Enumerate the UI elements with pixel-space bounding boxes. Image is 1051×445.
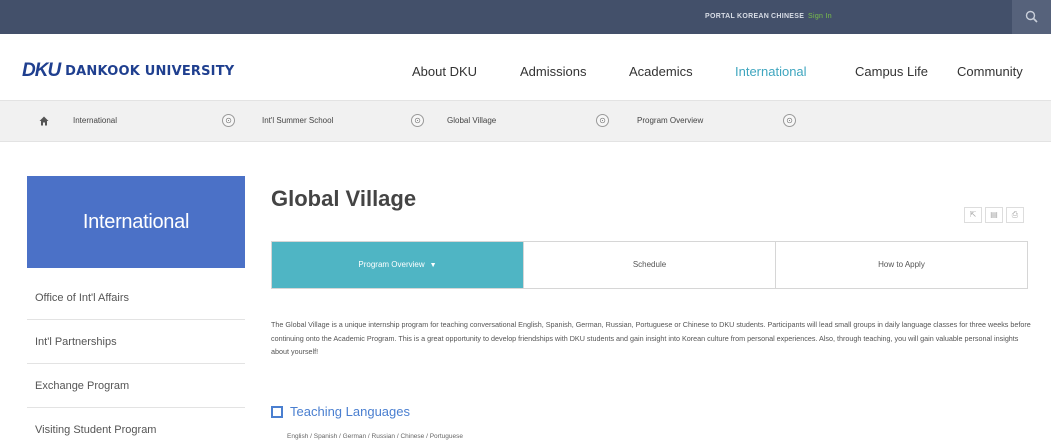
section-title: Teaching Languages bbox=[290, 404, 410, 419]
chevron-down-icon: ▼ bbox=[429, 262, 437, 269]
nav-campus-life[interactable]: Campus Life bbox=[855, 64, 928, 79]
sidebar-item-exchange-program[interactable]: Exchange Program bbox=[27, 364, 245, 408]
sidebar-title: International bbox=[27, 176, 245, 268]
breadcrumb-toggle-icon[interactable]: ⊙ bbox=[411, 114, 424, 127]
sign-in-link[interactable]: Sign In bbox=[808, 13, 832, 20]
tab-schedule[interactable]: Schedule bbox=[523, 242, 775, 288]
utility-bar: PORTAL KOREAN CHINESE Sign In bbox=[0, 0, 1051, 34]
section-heading: Teaching Languages bbox=[271, 404, 410, 419]
breadcrumb-global-village[interactable]: Global Village bbox=[447, 116, 496, 125]
content-tabs: Program Overview ▼ Schedule How to Apply bbox=[271, 241, 1028, 289]
sidebar-item-intl-partnerships[interactable]: Int'l Partnerships bbox=[27, 320, 245, 364]
share-icon[interactable]: ⇱ bbox=[964, 207, 982, 223]
page-tools: ⇱ ▤ ⎙ bbox=[964, 207, 1024, 223]
nav-international[interactable]: International bbox=[735, 64, 807, 79]
dku-logo[interactable]: DKU DANKOOK UNIVERSITY bbox=[22, 60, 234, 82]
breadcrumb: International ⊙ Int'l Summer School ⊙ Gl… bbox=[0, 100, 1051, 142]
breadcrumb-summer-school[interactable]: Int'l Summer School bbox=[262, 116, 333, 125]
nav-community[interactable]: Community bbox=[957, 64, 1023, 79]
breadcrumb-program-overview[interactable]: Program Overview bbox=[637, 116, 703, 125]
logo-text: DANKOOK UNIVERSITY bbox=[65, 63, 235, 79]
print-icon[interactable]: ⎙ bbox=[1006, 207, 1024, 223]
site-header: DKU DANKOOK UNIVERSITY About DKU Admissi… bbox=[0, 34, 1051, 100]
chinese-link[interactable]: CHINESE bbox=[771, 13, 804, 20]
bookmark-icon[interactable]: ▤ bbox=[985, 207, 1003, 223]
home-icon[interactable] bbox=[39, 116, 49, 126]
breadcrumb-toggle-icon[interactable]: ⊙ bbox=[596, 114, 609, 127]
nav-about-dku[interactable]: About DKU bbox=[412, 64, 477, 79]
tab-how-to-apply[interactable]: How to Apply bbox=[775, 242, 1027, 288]
logo-mark: DKU bbox=[22, 60, 61, 81]
language-list: English / Spanish / German / Russian / C… bbox=[287, 433, 463, 440]
sidebar-item-visiting-student[interactable]: Visiting Student Program bbox=[27, 408, 245, 445]
tab-label: How to Apply bbox=[878, 260, 925, 269]
search-button[interactable] bbox=[1012, 0, 1051, 34]
nav-admissions[interactable]: Admissions bbox=[520, 64, 586, 79]
program-description: The Global Village is a unique internshi… bbox=[271, 320, 1031, 357]
tab-label: Program Overview bbox=[358, 260, 425, 269]
search-icon bbox=[1025, 10, 1038, 23]
breadcrumb-toggle-icon[interactable]: ⊙ bbox=[783, 114, 796, 127]
breadcrumb-toggle-icon[interactable]: ⊙ bbox=[222, 114, 235, 127]
sidebar-item-office-intl-affairs[interactable]: Office of Int'l Affairs bbox=[27, 276, 245, 320]
square-bullet-icon bbox=[271, 405, 283, 418]
nav-academics[interactable]: Academics bbox=[629, 64, 693, 79]
page-title: Global Village bbox=[271, 186, 417, 211]
tab-label: Schedule bbox=[632, 260, 667, 269]
tab-program-overview[interactable]: Program Overview ▼ bbox=[272, 242, 523, 288]
breadcrumb-international[interactable]: International bbox=[73, 116, 117, 125]
korean-link[interactable]: KOREAN bbox=[737, 13, 769, 20]
portal-link[interactable]: PORTAL bbox=[705, 13, 735, 20]
